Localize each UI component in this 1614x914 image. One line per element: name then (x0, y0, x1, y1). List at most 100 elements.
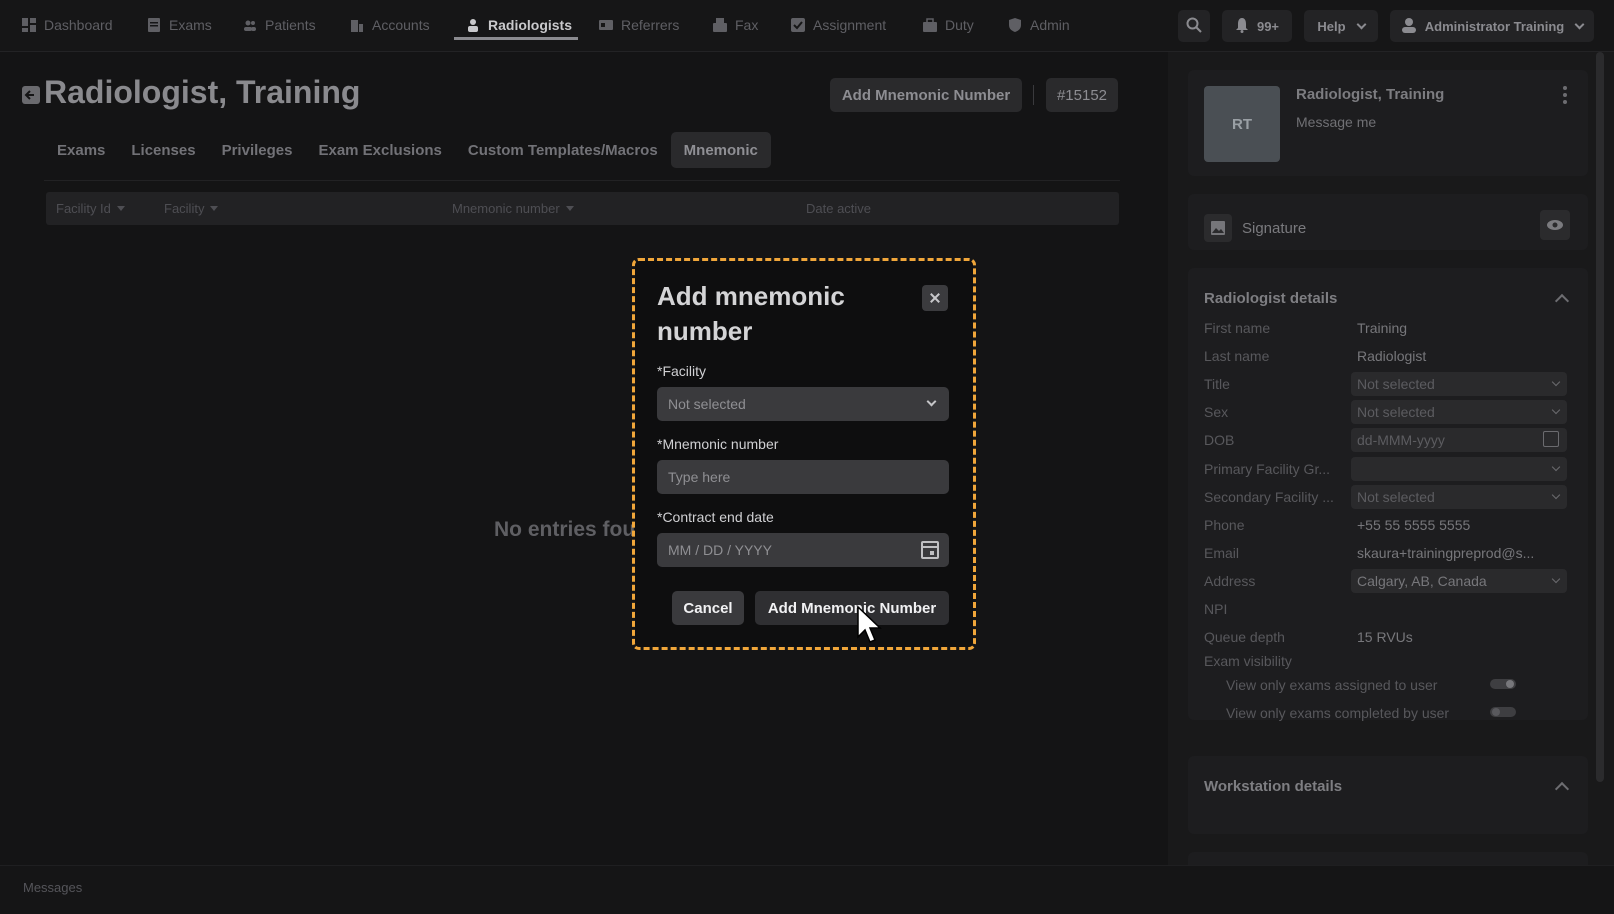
assignment-icon (791, 18, 805, 32)
view-assigned-toggle[interactable] (1490, 679, 1516, 689)
add-mnemonic-submit-button[interactable]: Add Mnemonic Number (755, 591, 949, 625)
secondary-facility-label: Secondary Facility ... (1204, 489, 1334, 505)
calendar-icon[interactable] (1543, 431, 1559, 447)
exam-visibility-label: Exam visibility (1204, 653, 1292, 669)
column-date-active[interactable]: Date active (806, 201, 871, 216)
select-value: Calgary, AB, Canada (1357, 573, 1487, 589)
phone-value: +55 55 5555 5555 (1357, 517, 1471, 533)
nav-label: Admin (1030, 17, 1070, 33)
tab-bar: Exams Licenses Privileges Exam Exclusion… (44, 132, 771, 168)
search-icon (1186, 17, 1202, 36)
column-facility-id[interactable]: Facility Id (56, 201, 125, 216)
image-icon (1204, 214, 1232, 242)
nav-exams[interactable]: Exams (147, 10, 212, 40)
npi-label: NPI (1204, 601, 1228, 617)
add-mnemonic-header-button[interactable]: Add Mnemonic Number (830, 78, 1022, 112)
column-mnemonic-number[interactable]: Mnemonic number (452, 201, 574, 216)
help-button[interactable]: Help (1304, 10, 1378, 42)
notifications-button[interactable]: 99+ (1222, 10, 1292, 42)
select-value: Not selected (1357, 489, 1435, 505)
contract-end-date-input[interactable]: MM / DD / YYYY (657, 533, 949, 567)
tab-exams[interactable]: Exams (44, 132, 118, 168)
nav-label: Accounts (372, 17, 430, 33)
nav-referrers[interactable]: Referrers (599, 10, 679, 40)
next-card (1188, 852, 1588, 865)
top-nav: Dashboard Exams Patients Accounts Radiol… (0, 0, 1614, 52)
messages-link[interactable]: Messages (23, 880, 82, 895)
modal-title: Add mnemonic number (657, 281, 845, 346)
view-completed-toggle[interactable] (1490, 707, 1516, 717)
nav-label: Duty (945, 17, 974, 33)
nav-dashboard[interactable]: Dashboard (22, 10, 113, 40)
nav-radiologists[interactable]: Radiologists (466, 10, 572, 40)
calendar-icon[interactable] (921, 541, 939, 559)
nav-duty[interactable]: Duty (923, 10, 974, 40)
date-placeholder: MM / DD / YYYY (668, 542, 772, 558)
message-me-link[interactable]: Message me (1296, 114, 1376, 130)
mouse-cursor-icon (857, 605, 883, 646)
admin-icon (1008, 18, 1022, 32)
page-title: Radiologist, Training (44, 74, 361, 110)
facility-select[interactable]: Not selected (657, 387, 949, 421)
nav-label: Radiologists (488, 17, 573, 33)
profile-name: Radiologist, Training (1296, 86, 1445, 103)
address-select[interactable]: Calgary, AB, Canada (1351, 569, 1567, 593)
nav-admin[interactable]: Admin (1008, 10, 1070, 40)
last-name-label: Last name (1204, 348, 1270, 364)
dob-input[interactable]: dd-MMM-yyyy (1351, 428, 1567, 452)
empty-state-text: No entries fou (494, 518, 636, 541)
radiologist-icon (466, 18, 480, 32)
title-select[interactable]: Not selected (1351, 372, 1567, 396)
chevron-down-icon (926, 396, 937, 407)
queue-depth-value: 15 RVUs (1357, 629, 1413, 645)
nav-patients[interactable]: Patients (243, 10, 316, 40)
main-content: Radiologist, Training Add Mnemonic Numbe… (0, 52, 1168, 865)
close-icon[interactable] (922, 285, 948, 311)
tab-mnemonic[interactable]: Mnemonic (670, 132, 771, 168)
mnemonic-number-input[interactable] (657, 460, 949, 494)
back-arrow-icon[interactable] (22, 86, 40, 104)
nav-label: Assignment (813, 17, 887, 33)
secondary-facility-select[interactable]: Not selected (1351, 485, 1567, 509)
tab-custom-templates[interactable]: Custom Templates/Macros (455, 132, 671, 168)
first-name-label: First name (1204, 320, 1271, 336)
tab-licenses[interactable]: Licenses (118, 132, 208, 168)
chevron-down-icon (1551, 405, 1561, 415)
nav-fax[interactable]: Fax (713, 10, 758, 40)
primary-facility-select[interactable] (1351, 457, 1567, 481)
sex-select[interactable]: Not selected (1351, 400, 1567, 424)
user-menu-button[interactable]: Administrator Training (1390, 10, 1594, 42)
first-name-value: Training (1357, 320, 1408, 336)
email-value: skaura+trainingpreprod@s... (1357, 545, 1535, 561)
workstation-section-title[interactable]: Workstation details (1204, 778, 1342, 795)
column-label: Facility (164, 201, 205, 216)
last-name-value: Radiologist (1357, 348, 1427, 364)
nav-assignment[interactable]: Assignment (791, 10, 886, 40)
column-label: Mnemonic number (452, 201, 560, 216)
eye-icon[interactable] (1540, 210, 1570, 240)
header-divider (1033, 85, 1034, 105)
panel-scrollbar[interactable] (1596, 52, 1604, 782)
nav-label: Fax (735, 17, 759, 33)
tab-exam-exclusions[interactable]: Exam Exclusions (305, 132, 454, 168)
view-completed-label: View only exams completed by user (1226, 705, 1450, 721)
select-value: Not selected (1357, 376, 1435, 392)
table-header: Facility Id Facility Mnemonic number Dat… (46, 192, 1119, 225)
primary-facility-label: Primary Facility Gr... (1204, 461, 1331, 477)
column-facility[interactable]: Facility (164, 201, 219, 216)
cancel-button[interactable]: Cancel (672, 591, 744, 625)
search-button[interactable] (1178, 10, 1210, 42)
column-label: Facility Id (56, 201, 111, 216)
nav-accounts[interactable]: Accounts (350, 10, 430, 40)
sort-caret-icon (210, 206, 219, 211)
duty-icon (923, 18, 937, 32)
referrers-icon (599, 18, 613, 32)
tab-privileges[interactable]: Privileges (209, 132, 306, 168)
details-section-title[interactable]: Radiologist details (1204, 290, 1337, 307)
sex-label: Sex (1204, 404, 1229, 420)
signature-label: Signature (1242, 220, 1307, 237)
queue-depth-label: Queue depth (1204, 629, 1285, 645)
exams-icon (147, 18, 161, 32)
more-options-icon[interactable] (1563, 86, 1567, 104)
nav-active-indicator (454, 37, 578, 40)
